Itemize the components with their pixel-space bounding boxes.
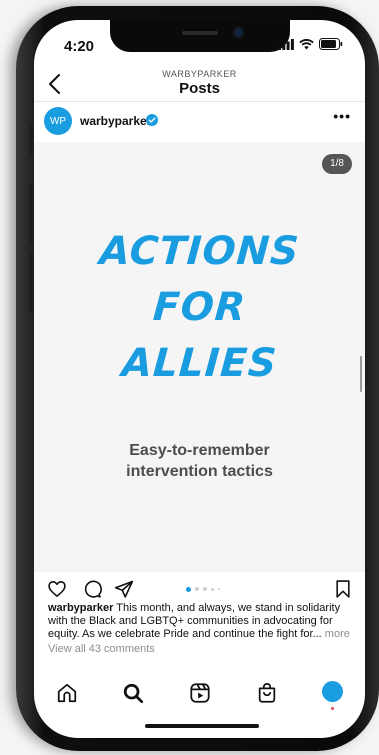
post-image[interactable]: 1/8 ACTIONS FOR ALLIES Easy-to-remember … (34, 142, 365, 572)
carousel-dot (195, 587, 199, 591)
headline-line: ACTIONS (98, 229, 301, 274)
carousel-dot (203, 587, 207, 591)
phone-screen: 4:20 WARBYPARKER Posts WP warbyparker ••… (34, 20, 365, 738)
status-time: 4:20 (64, 38, 95, 55)
carousel-dot (218, 588, 220, 590)
post-avatar[interactable]: WP (44, 107, 72, 135)
status-icons (278, 38, 343, 50)
bottom-tab-bar (34, 674, 365, 714)
mute-switch (29, 126, 33, 154)
volume-up-button (29, 184, 33, 242)
profile-avatar[interactable] (322, 681, 343, 702)
battery-icon (319, 38, 343, 50)
heart-icon[interactable] (47, 579, 67, 599)
post-tagline: Easy-to-remember intervention tactics (34, 440, 365, 482)
reels-icon[interactable] (189, 682, 211, 704)
comment-icon[interactable] (82, 579, 102, 599)
header-account-name: WARBYPARKER (162, 69, 237, 79)
caption-username[interactable]: warbyparker (48, 602, 113, 614)
tagline-line: Easy-to-remember (129, 442, 270, 459)
more-options-icon[interactable]: ••• (333, 108, 351, 124)
home-indicator[interactable] (145, 724, 259, 728)
bookmark-icon[interactable] (333, 579, 353, 599)
page-title: Posts (179, 80, 220, 97)
carousel-dot-active (186, 586, 191, 592)
verified-badge-icon (146, 114, 158, 126)
tagline-line: intervention tactics (126, 463, 273, 480)
carousel-dot (211, 587, 214, 591)
headline-line: FOR (151, 285, 248, 330)
header-divider (34, 101, 365, 102)
front-camera (234, 28, 243, 37)
post-actions (34, 573, 365, 603)
slide-counter: 1/8 (322, 154, 352, 174)
speaker (182, 31, 218, 35)
headline-line: ALLIES (120, 341, 279, 386)
wifi-icon (299, 38, 314, 49)
notification-dot (331, 707, 334, 710)
notch (110, 20, 290, 52)
shop-icon[interactable] (256, 682, 278, 704)
post-username[interactable]: warbyparker (80, 114, 151, 128)
signal-icon (278, 38, 294, 50)
share-icon[interactable] (114, 579, 134, 599)
search-icon[interactable] (122, 682, 144, 704)
caption-more-link[interactable]: more (322, 628, 350, 640)
volume-down-button (29, 254, 33, 312)
view-comments-link[interactable]: View all 43 comments (48, 643, 155, 655)
post-headline: ACTIONS FOR ALLIES (34, 224, 365, 392)
avatar-initials: WP (49, 115, 67, 127)
post-caption: warbyparker This month, and always, we s… (48, 602, 353, 641)
home-icon[interactable] (56, 682, 78, 704)
carousel-dots (186, 586, 220, 592)
